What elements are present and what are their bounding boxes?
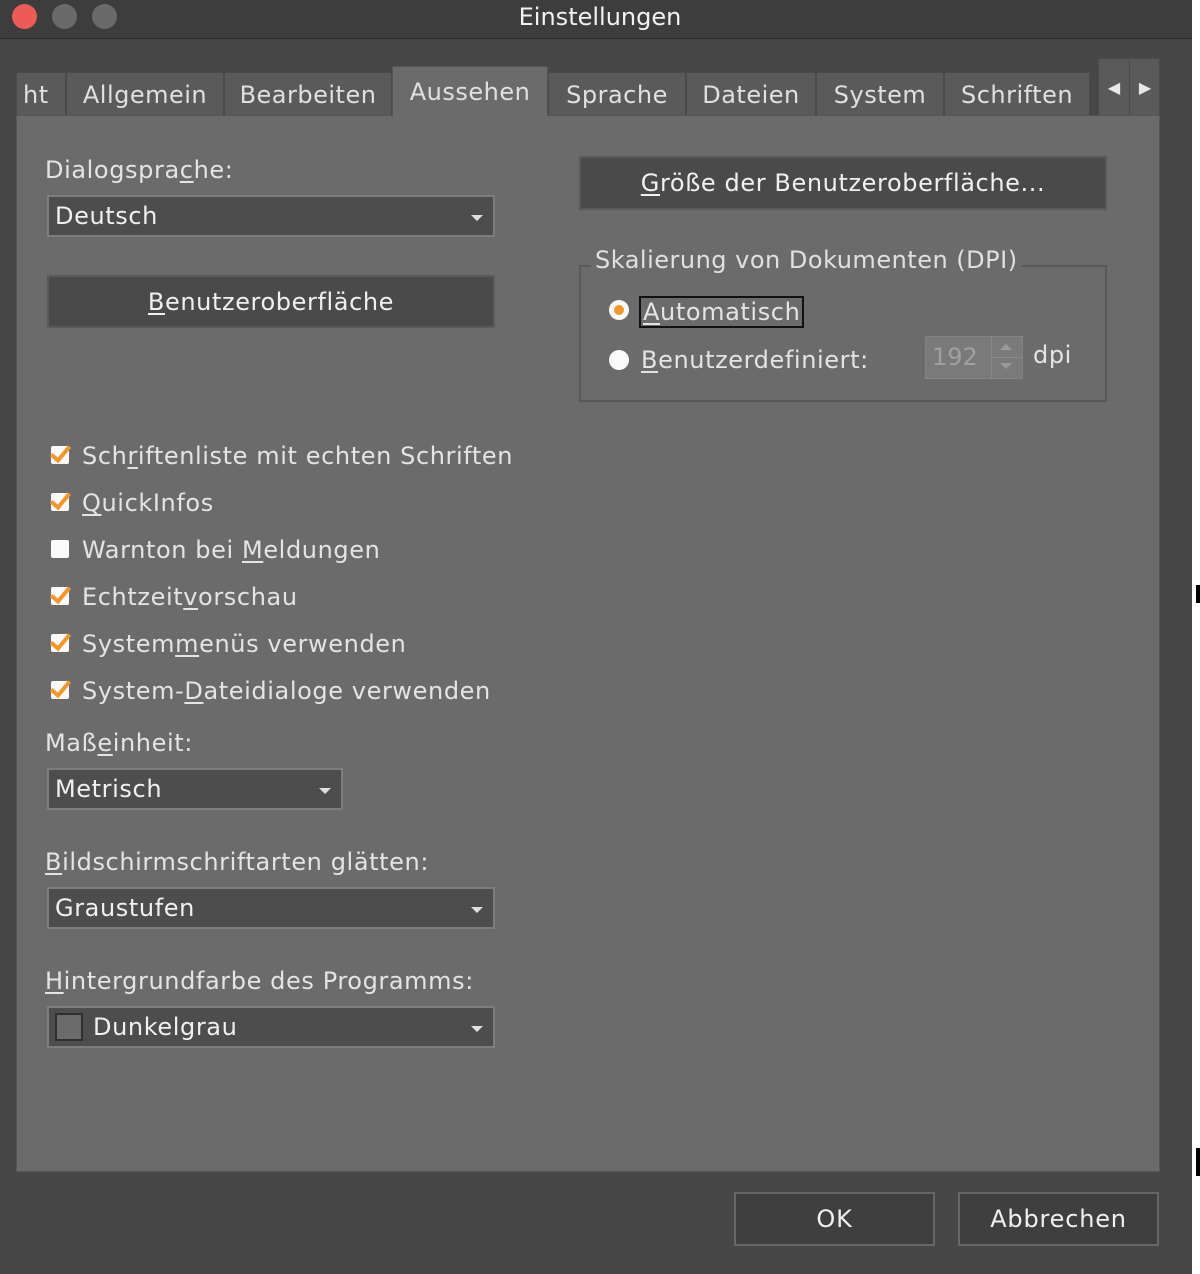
chevron-left-icon[interactable]: ◀	[1099, 59, 1130, 115]
quickinfos-checkbox[interactable]	[51, 493, 69, 511]
dpi-unit-label: dpi	[1033, 341, 1072, 369]
font-smoothing-value: Graustufen	[55, 894, 195, 922]
background-color-value: Dunkelgrau	[93, 1013, 238, 1041]
custom-label[interactable]: Benutzerdefiniert:	[641, 346, 869, 374]
chevron-down-icon	[471, 907, 483, 913]
warning-sound-label[interactable]: Warnton bei Meldungen	[82, 536, 380, 564]
dialog-language-label: Dialogsprache:	[45, 156, 234, 184]
unit-dropdown[interactable]: Metrisch	[47, 768, 343, 810]
tab-sprache[interactable]: Sprache	[548, 72, 686, 116]
dialog-language-value: Deutsch	[55, 202, 158, 230]
cancel-button[interactable]: Abbrechen	[958, 1192, 1159, 1246]
font-smoothing-dropdown[interactable]: Graustufen	[47, 887, 495, 929]
real-fonts-label[interactable]: Schriftenliste mit echten Schriften	[82, 442, 513, 470]
chevron-down-icon	[471, 1026, 483, 1032]
dpi-value: 192	[932, 343, 978, 371]
tab-scroll-buttons: ◀ ▶	[1098, 58, 1160, 116]
tab-bar: ht Allgemein Bearbeiten Aussehen Sprache…	[16, 58, 1160, 116]
live-preview-label[interactable]: Echtzeitvorschau	[82, 583, 298, 611]
ui-size-button[interactable]: Größe der Benutzeroberfläche...	[579, 156, 1107, 210]
tab-system[interactable]: System	[816, 72, 944, 116]
dpi-stepper[interactable]	[991, 337, 1022, 378]
appearance-panel: Dialogsprache: Deutsch Benutzeroberfläch…	[16, 115, 1160, 1172]
color-swatch	[55, 1013, 83, 1041]
chevron-up-icon[interactable]	[1000, 344, 1012, 350]
edge-mark	[1196, 1148, 1200, 1176]
tab-partial-left[interactable]: ht	[16, 72, 66, 116]
dpi-spinbox[interactable]: 192	[925, 336, 1023, 379]
background-color-dropdown[interactable]: Dunkelgrau	[47, 1006, 495, 1048]
edge-mark	[1196, 585, 1200, 603]
chevron-right-icon[interactable]: ▶	[1130, 59, 1160, 115]
unit-value: Metrisch	[55, 775, 163, 803]
dpi-scaling-title: Skalierung von Dokumenten (DPI)	[591, 246, 1022, 274]
background-color-label: Hintergrundfarbe des Programms:	[45, 967, 474, 995]
ok-button[interactable]: OK	[734, 1192, 935, 1246]
automatic-radio[interactable]	[609, 300, 629, 320]
chevron-down-icon	[319, 788, 331, 794]
system-menus-label[interactable]: Systemmenüs verwenden	[82, 630, 406, 658]
title-bar: Einstellungen	[0, 0, 1200, 39]
font-smoothing-label: Bildschirmschriftarten glätten:	[45, 848, 430, 876]
custom-radio[interactable]	[609, 350, 629, 370]
dialog-language-dropdown[interactable]: Deutsch	[47, 195, 495, 237]
unit-label: Maßeinheit:	[45, 729, 193, 757]
window-title: Einstellungen	[518, 3, 682, 31]
live-preview-checkbox[interactable]	[51, 587, 69, 605]
system-file-dialogs-label[interactable]: System-Dateidialoge verwenden	[82, 677, 491, 705]
system-file-dialogs-checkbox[interactable]	[51, 681, 69, 699]
background-window-edge	[1192, 0, 1200, 1274]
tab-bearbeiten[interactable]: Bearbeiten	[224, 72, 392, 116]
system-menus-checkbox[interactable]	[51, 634, 69, 652]
quickinfos-label[interactable]: QuickInfos	[82, 489, 214, 517]
real-fonts-checkbox[interactable]	[51, 446, 69, 464]
tab-dateien[interactable]: Dateien	[686, 72, 816, 116]
tab-aussehen[interactable]: Aussehen	[392, 66, 548, 116]
warning-sound-checkbox[interactable]	[51, 540, 69, 558]
tab-allgemein[interactable]: Allgemein	[66, 72, 224, 116]
dpi-scaling-group	[579, 265, 1107, 402]
tab-schriften[interactable]: Schriften	[944, 72, 1090, 116]
chevron-down-icon[interactable]	[1000, 363, 1012, 369]
automatic-label[interactable]: Automatisch	[639, 296, 805, 328]
chevron-down-icon	[471, 215, 483, 221]
user-interface-button[interactable]: Benutzeroberfläche	[47, 275, 495, 328]
